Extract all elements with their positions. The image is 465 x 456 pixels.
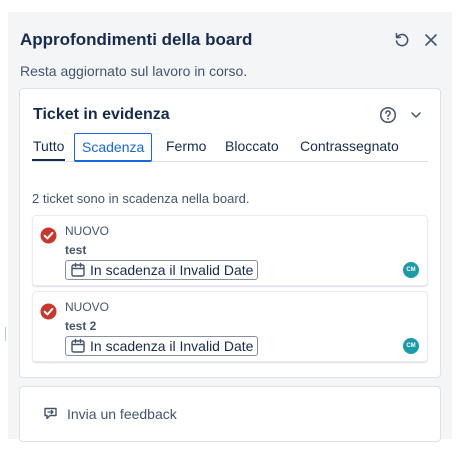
refresh-icon[interactable] [390,28,414,52]
ticket-status: NUOVO [65,300,110,314]
ticket-card[interactable]: NUOVO test 2 In scadenza il Invalid Date… [32,291,428,362]
tab-tutto[interactable]: Tutto [32,133,66,161]
due-summary: 2 ticket sono in scadenza nella board. [32,191,250,206]
tab-fermo[interactable]: Fermo [165,133,207,161]
check-circle-icon [40,303,57,320]
tab-bloccato[interactable]: Bloccato [224,133,280,161]
due-date-badge: In scadenza il Invalid Date [65,336,259,356]
tab-scadenza[interactable]: Scadenza [74,133,153,162]
tab-contrassegnato[interactable]: Contrassegnato [299,133,400,161]
chevron-down-icon[interactable] [404,103,428,127]
board-insights-panel: Approfondimenti della board Resta aggior… [8,12,452,442]
card-title: Ticket in evidenza [33,106,170,123]
feedback-label: Invia un feedback [67,405,177,422]
help-icon[interactable] [376,103,400,127]
due-date-text: In scadenza il Invalid Date [90,338,254,354]
ticket-card[interactable]: NUOVO test In scadenza il Invalid Date C… [32,215,428,286]
avatar[interactable]: CM [403,338,419,354]
feedback-icon [44,407,57,420]
due-date-text: In scadenza il Invalid Date [90,262,254,278]
panel-header: Approfondimenti della board [20,28,440,52]
ticket-status: NUOVO [65,224,110,238]
ticket-name: test 2 [65,319,97,333]
calendar-icon [71,338,85,353]
feedback-card: Invia un feedback [19,386,441,442]
close-icon[interactable] [419,28,443,52]
calendar-icon [71,262,85,277]
panel-title: Approfondimenti della board [20,30,253,49]
ticket-filter-tabs: Tutto Scadenza Fermo Bloccato Contrasseg… [32,133,428,162]
highlighted-tickets-card: Ticket in evidenza Tutto Scadenza Fermo … [19,88,441,378]
panel-edge-marker [5,327,6,341]
due-date-badge: In scadenza il Invalid Date [65,260,259,280]
check-circle-icon [40,227,57,244]
ticket-name: test [65,243,87,257]
avatar[interactable]: CM [403,262,419,278]
feedback-button[interactable]: Invia un feedback [42,405,177,422]
panel-subtitle: Resta aggiornato sul lavoro in corso. [20,63,248,79]
